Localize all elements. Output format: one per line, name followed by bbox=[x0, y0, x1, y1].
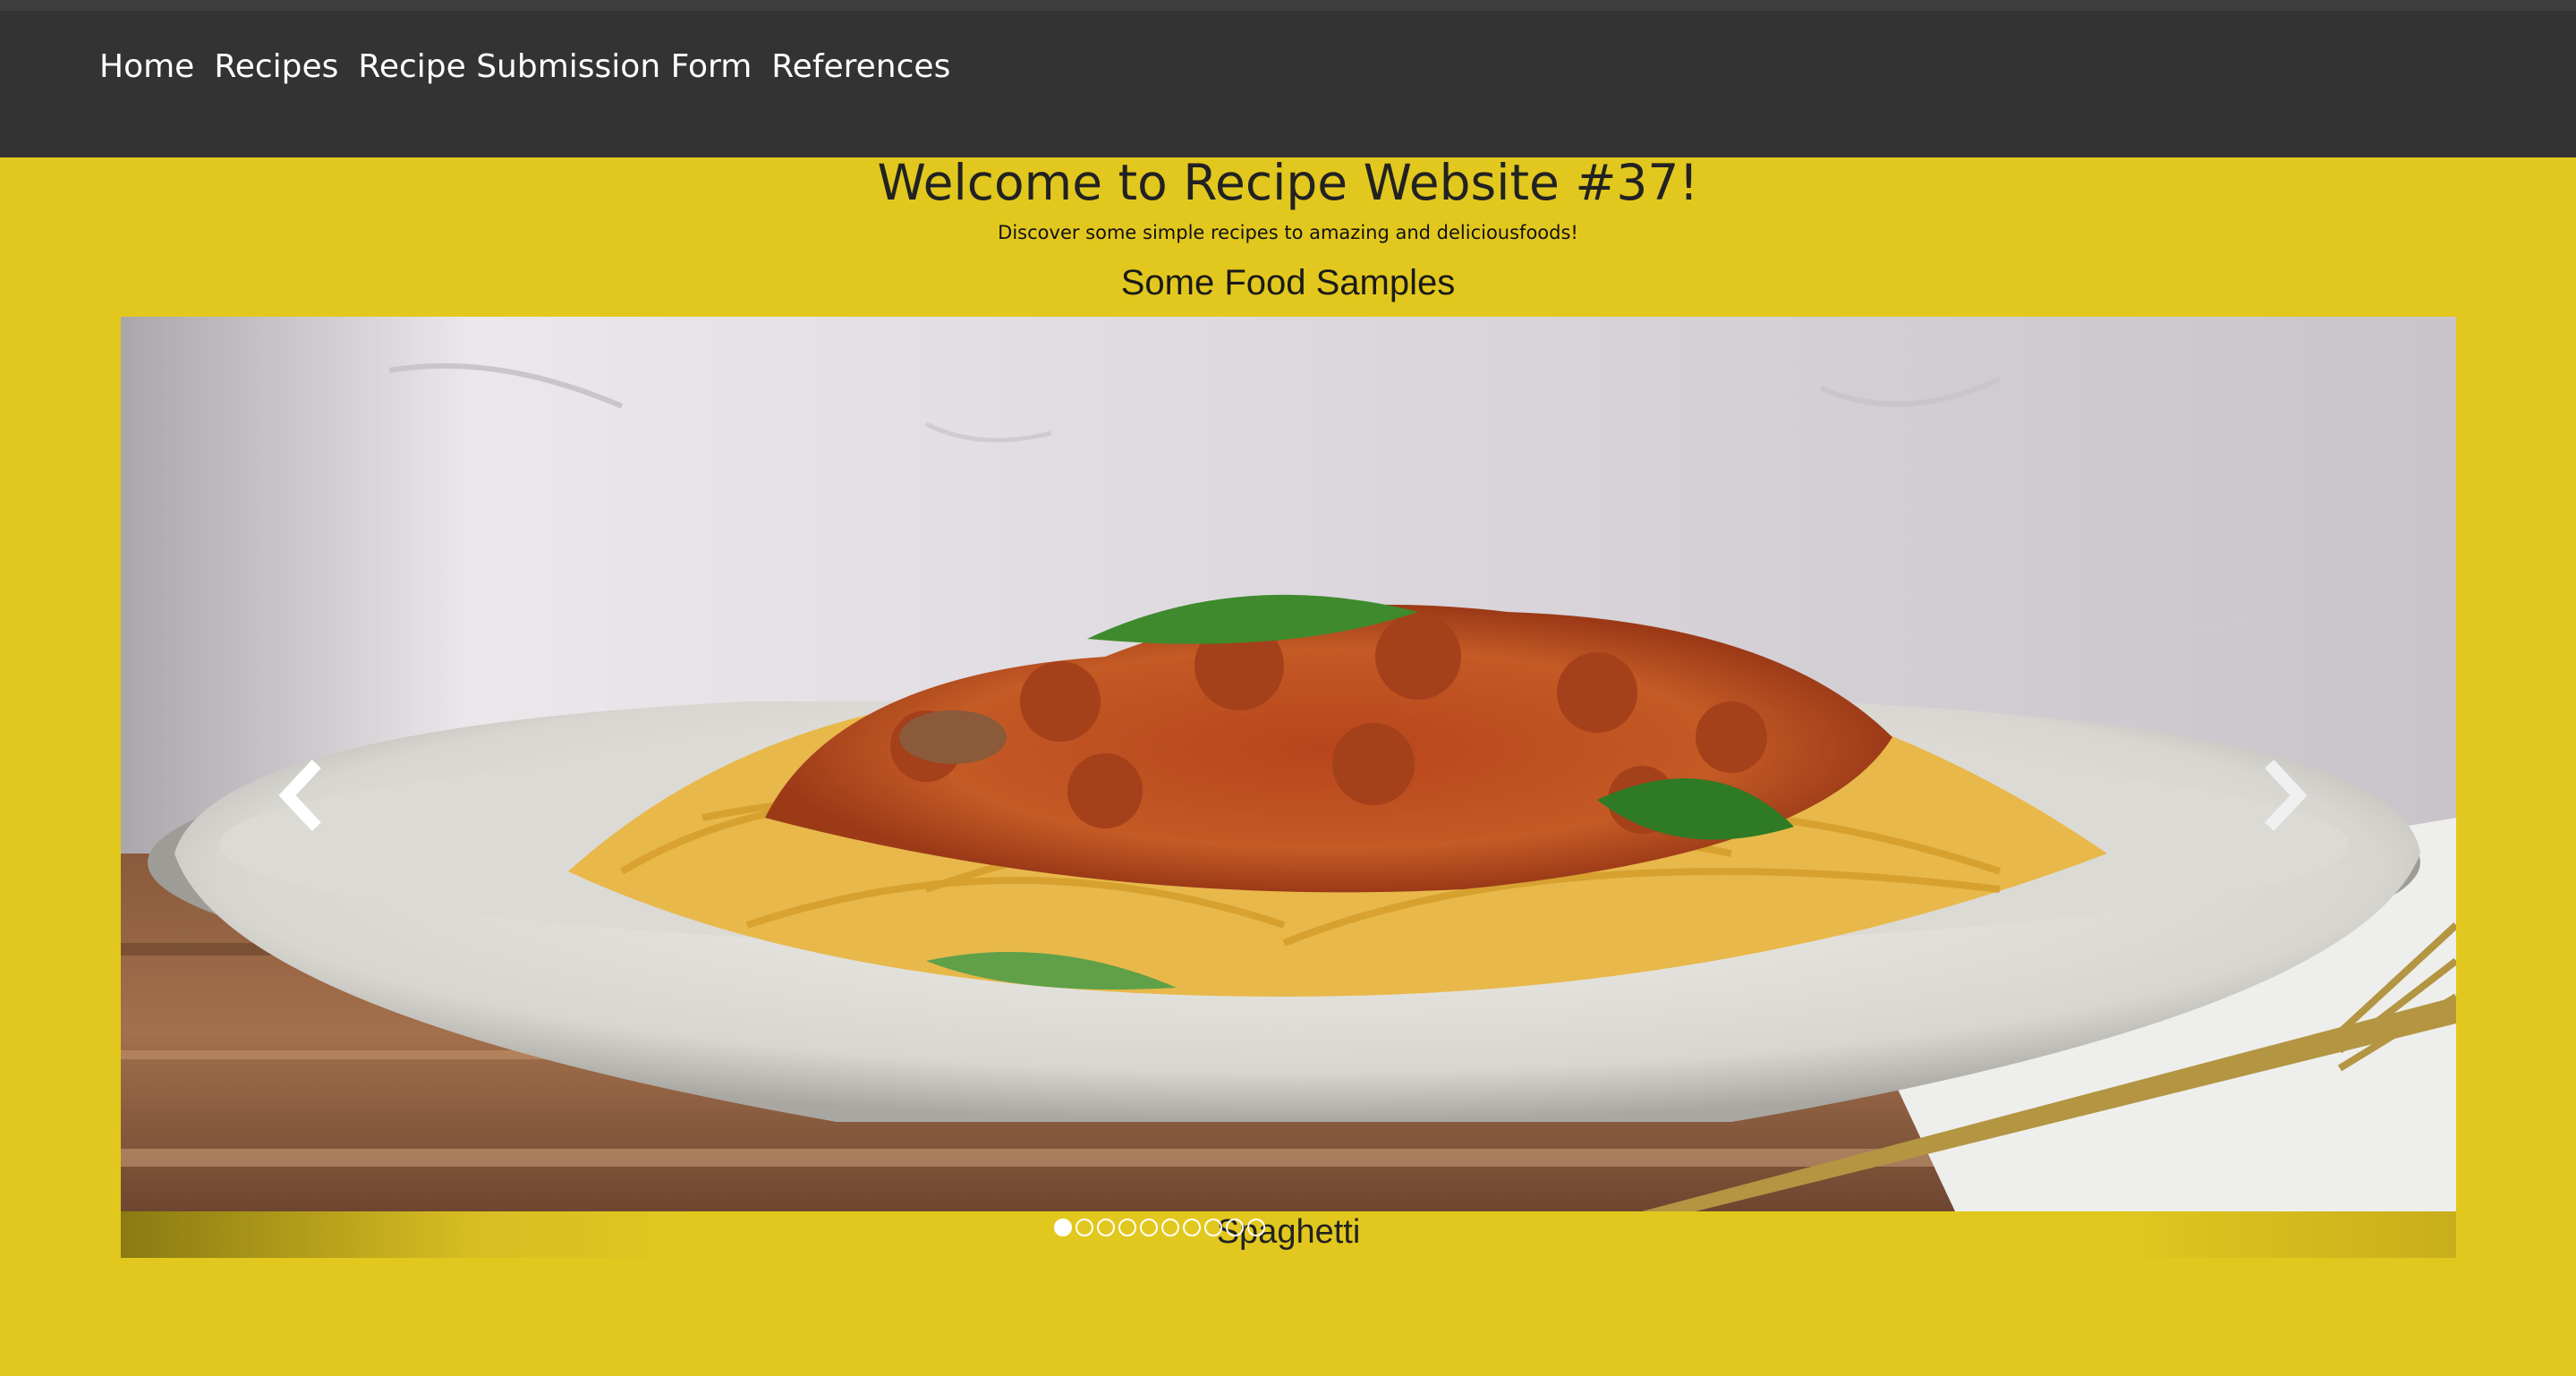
page-title: Welcome to Recipe Website #37! bbox=[877, 154, 1699, 211]
main-nav: Home Recipes Recipe Submission Form Refe… bbox=[99, 48, 950, 85]
food-carousel: Spaghetti bbox=[121, 317, 2456, 1258]
carousel-dot[interactable] bbox=[1183, 1219, 1201, 1236]
carousel-dot[interactable] bbox=[1247, 1219, 1265, 1236]
slide-caption: Spaghetti bbox=[1216, 1213, 1361, 1251]
page-subtitle: Discover some simple recipes to amazing … bbox=[998, 222, 1578, 243]
carousel-dot[interactable] bbox=[1118, 1219, 1136, 1236]
carousel-dot[interactable] bbox=[1140, 1219, 1158, 1236]
carousel-heading: Some Food Samples bbox=[1120, 263, 1456, 302]
nav-recipe-submission-form-link[interactable]: Recipe Submission Form bbox=[358, 48, 752, 85]
carousel-slide-image bbox=[121, 317, 2456, 1211]
nav-recipes-link[interactable]: Recipes bbox=[214, 48, 338, 85]
nav-references-link[interactable]: References bbox=[771, 48, 950, 85]
carousel-dot[interactable] bbox=[1226, 1219, 1244, 1236]
chevron-left-icon[interactable] bbox=[273, 760, 327, 831]
nav-home-link[interactable]: Home bbox=[99, 48, 194, 85]
carousel-dot[interactable] bbox=[1204, 1219, 1222, 1236]
carousel-dot[interactable] bbox=[1054, 1219, 1072, 1236]
carousel-dot[interactable] bbox=[1097, 1219, 1115, 1236]
chevron-right-icon[interactable] bbox=[2259, 760, 2313, 831]
top-nav-bar: Home Recipes Recipe Submission Form Refe… bbox=[0, 0, 2576, 157]
carousel-dot[interactable] bbox=[1075, 1219, 1093, 1236]
carousel-dot[interactable] bbox=[1161, 1219, 1179, 1236]
carousel-indicators bbox=[1054, 1219, 1265, 1236]
